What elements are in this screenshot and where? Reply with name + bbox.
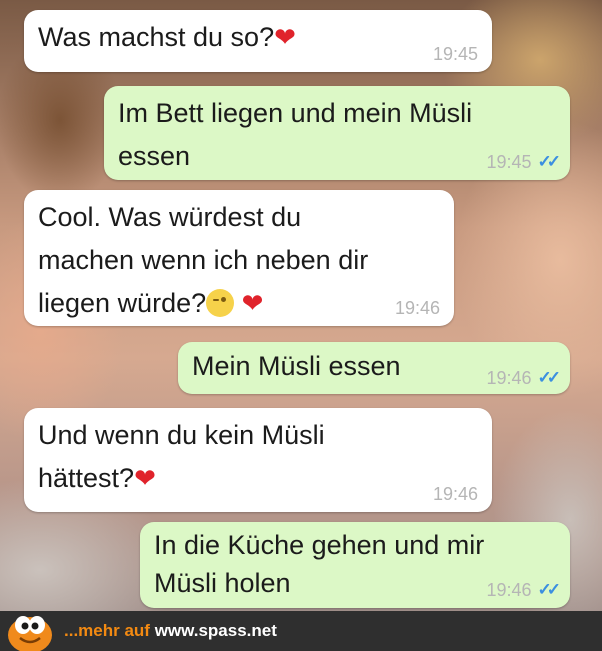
- message-time: 19:46: [486, 580, 532, 600]
- message-text: Cool. Was würdest du machen wenn ich neb…: [38, 202, 369, 318]
- message-time: 19:46: [486, 368, 532, 388]
- watermark-prefix: ...mehr auf: [64, 621, 155, 640]
- message-text: Und wenn du kein Müsli hättest?❤: [38, 420, 325, 493]
- message-bubble-outgoing: Mein Müsli essen 19:46 ✓✓: [178, 342, 570, 394]
- message-time: 19:46: [394, 298, 440, 318]
- message-meta: 19:45 ✓✓: [486, 152, 561, 172]
- message-bubble-incoming: Cool. Was würdest du machen wenn ich neb…: [24, 190, 454, 326]
- message-bubble-outgoing: In die Küche gehen und mir Müsli holen 1…: [140, 522, 570, 608]
- message-text: Mein Müsli essen: [192, 351, 401, 381]
- watermark-site: www.spass.net: [154, 621, 277, 640]
- double-check-icon: ✓✓: [537, 152, 561, 171]
- winking-face-icon: [206, 289, 235, 317]
- message-bubble-outgoing: Im Bett liegen und mein Müsli essen 19:4…: [104, 86, 570, 180]
- message-meta: 19:46 ✓✓: [486, 368, 561, 388]
- watermark-text: ...mehr auf www.spass.net: [64, 621, 277, 641]
- double-check-icon: ✓✓: [537, 580, 561, 599]
- message-meta: 19:46: [395, 298, 440, 318]
- message-text: Im Bett liegen und mein Müsli essen: [118, 98, 473, 171]
- message-meta: 19:46: [433, 484, 478, 504]
- message-bubble-incoming: Was machst du so?❤ 19:45: [24, 10, 492, 72]
- chat-screenshot: Was machst du so?❤ 19:45 Im Bett liegen …: [0, 0, 602, 651]
- message-meta: 19:46 ✓✓: [486, 580, 561, 600]
- message-time: 19:46: [432, 484, 478, 504]
- message-bubble-incoming: Und wenn du kein Müsli hättest?❤ 19:46: [24, 408, 492, 512]
- message-text: In die Küche gehen und mir Müsli holen: [154, 530, 485, 598]
- double-check-icon: ✓✓: [537, 368, 561, 387]
- message-time: 19:45: [486, 152, 532, 172]
- heart-icon: ❤: [134, 463, 156, 493]
- message-text: Was machst du so?❤: [38, 22, 296, 52]
- spass-mascot-logo: [8, 616, 52, 651]
- watermark-footer: ...mehr auf www.spass.net: [0, 611, 602, 651]
- heart-icon: ❤: [241, 288, 264, 318]
- message-time: 19:45: [432, 44, 478, 64]
- message-meta: 19:45: [433, 44, 478, 64]
- heart-icon: ❤: [274, 22, 296, 52]
